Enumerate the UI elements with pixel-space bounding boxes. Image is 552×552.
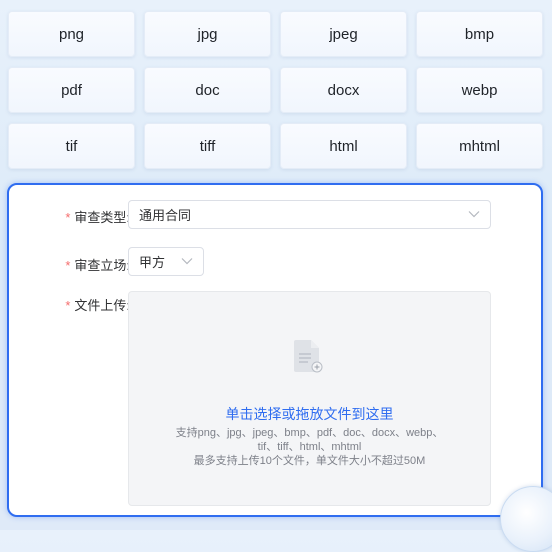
review-type-label: * 审查类型: — [65, 207, 130, 226]
chevron-down-icon — [181, 257, 193, 264]
format-chip-doc[interactable]: doc — [144, 67, 271, 113]
format-chip-docx[interactable]: docx — [280, 67, 407, 113]
upload-hint-formats-cont: tif、tiff、html、mhtml — [257, 441, 362, 453]
required-mark: * — [65, 298, 71, 313]
file-upload-label-text: 文件上传: — [74, 298, 130, 313]
review-type-label-text: 审查类型: — [74, 210, 130, 225]
format-chip-webp[interactable]: webp — [416, 67, 543, 113]
chevron-down-icon — [468, 210, 480, 217]
upload-hint-limit: 最多支持上传10个文件，单文件大小不超过50M — [193, 455, 426, 467]
format-chip-jpg[interactable]: jpg — [144, 11, 271, 57]
review-stance-select[interactable]: 甲方 — [128, 247, 204, 276]
format-chip-tif[interactable]: tif — [8, 123, 135, 169]
review-type-value: 通用合同 — [139, 208, 192, 223]
upload-main-text: 单击选择或拖放文件到这里 — [225, 406, 394, 422]
format-chip-html[interactable]: html — [280, 123, 407, 169]
format-chip-mhtml[interactable]: mhtml — [416, 123, 543, 169]
upload-hint-formats: 支持png、jpg、jpeg、bmp、pdf、doc、docx、webp、 — [175, 427, 444, 439]
required-mark: * — [65, 210, 71, 225]
review-stance-label: * 审查立场: — [65, 255, 130, 274]
review-stance-value: 甲方 — [139, 255, 166, 270]
document-add-icon — [294, 340, 323, 373]
format-chip-pdf[interactable]: pdf — [8, 67, 135, 113]
review-type-select[interactable]: 通用合同 — [128, 200, 491, 229]
file-upload-dropzone[interactable]: 单击选择或拖放文件到这里 支持png、jpg、jpeg、bmp、pdf、doc、… — [128, 291, 491, 506]
format-chip-bmp[interactable]: bmp — [416, 11, 543, 57]
required-mark: * — [65, 258, 71, 273]
review-form-panel: * 审查类型: 通用合同 * 审查立场: 甲方 * 文件上传: 单击选择或拖放文件到这… — [7, 183, 543, 517]
format-grid: png jpg jpeg bmp pdf doc docx webp tif t… — [8, 11, 544, 169]
floating-assistant-button[interactable] — [500, 486, 552, 552]
review-stance-label-text: 审查立场: — [74, 258, 130, 273]
file-upload-label: * 文件上传: — [65, 295, 130, 314]
format-chip-jpeg[interactable]: jpeg — [280, 11, 407, 57]
format-chip-tiff[interactable]: tiff — [144, 123, 271, 169]
format-chip-png[interactable]: png — [8, 11, 135, 57]
